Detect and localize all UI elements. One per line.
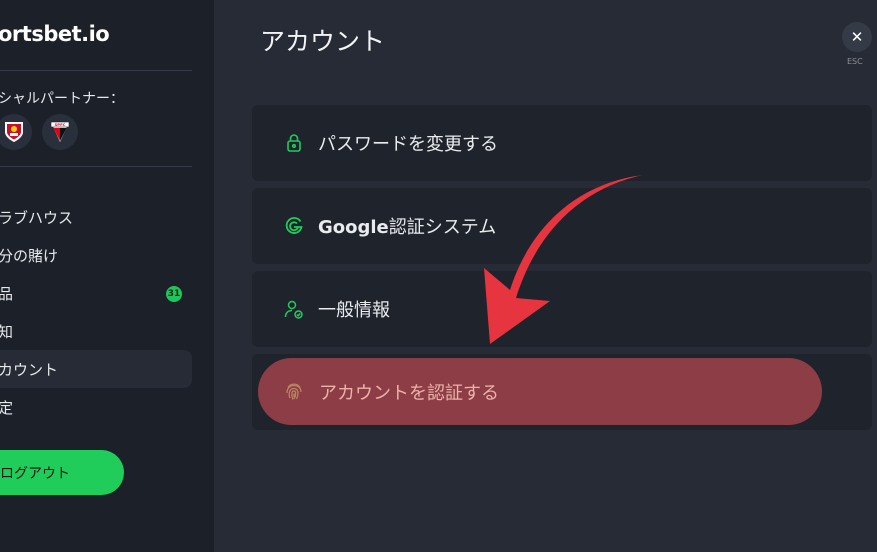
sidebar-item-label: ラブハウス <box>0 208 74 227</box>
logout-label: ログアウト <box>0 465 70 482</box>
svg-text:SPFC: SPFC <box>55 122 66 127</box>
site-logo[interactable]: ortsbet.io <box>0 22 110 46</box>
sidebar-item-label: 知 <box>0 322 14 341</box>
user-check-icon <box>282 297 306 321</box>
google-label: Google <box>318 217 389 238</box>
sidebar: ortsbet.io シャルパートナー： SPFC ラブハウス 分の賭け 品 3… <box>0 0 214 552</box>
google-icon <box>282 214 306 238</box>
change-password-row[interactable]: パスワードを変更する <box>252 105 872 181</box>
sidebar-item-notifications[interactable]: 知 <box>0 312 192 350</box>
authenticator-label: 認証システム <box>388 217 497 238</box>
logout-button[interactable]: ログアウト <box>0 450 124 495</box>
row-label: アカウントを認証する <box>319 383 499 404</box>
fingerprint-icon <box>282 379 306 403</box>
close-button[interactable]: ✕ <box>842 22 872 52</box>
notification-count-badge: 31 <box>166 286 182 302</box>
row-label: パスワードを変更する <box>318 134 498 155</box>
row-label: 一般情報 <box>318 300 390 321</box>
sao-paulo-crest-icon[interactable]: SPFC <box>42 114 78 150</box>
sidebar-item-settings[interactable]: 定 <box>0 388 192 426</box>
partners-label: シャルパートナー： <box>0 91 124 107</box>
esc-hint: ESC <box>847 57 863 66</box>
general-info-row[interactable]: 一般情報 <box>252 271 872 347</box>
row-label: Google認証システム <box>318 213 496 239</box>
sidebar-item-label: 品 <box>0 284 14 303</box>
divider <box>0 166 192 167</box>
lock-icon <box>282 131 306 155</box>
sidebar-item-label: 分の賭け <box>0 246 59 265</box>
sidebar-item-label: 定 <box>0 398 14 417</box>
close-icon: ✕ <box>850 28 864 46</box>
southampton-crest-icon[interactable] <box>0 114 32 150</box>
account-panel: アカウント ✕ ESC パスワードを変更する Google認証システム 一般情報… <box>214 0 877 552</box>
sidebar-item-label: カウント <box>0 360 59 379</box>
sidebar-item-account[interactable]: カウント <box>0 350 192 388</box>
page-title: アカウント <box>260 27 386 56</box>
sidebar-item-items[interactable]: 品 <box>0 274 192 312</box>
sidebar-item-my-bets[interactable]: 分の賭け <box>0 236 192 274</box>
divider <box>0 70 192 71</box>
verify-account-button[interactable]: アカウントを認証する <box>258 358 822 425</box>
sidebar-item-clubhouse[interactable]: ラブハウス <box>0 198 192 236</box>
google-authenticator-row[interactable]: Google認証システム <box>252 188 872 264</box>
